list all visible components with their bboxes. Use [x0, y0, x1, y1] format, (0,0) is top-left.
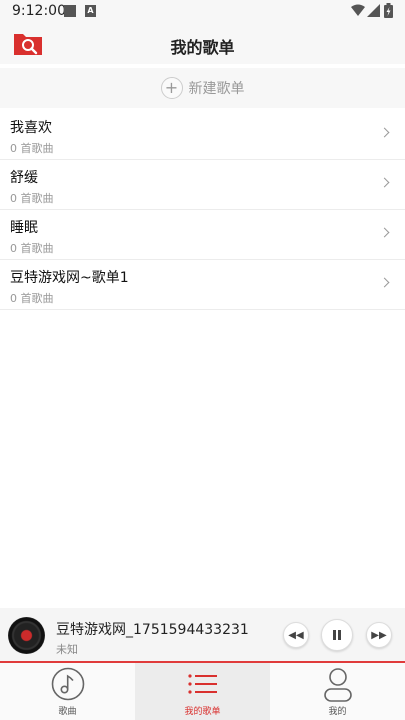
page-title: 我的歌单	[170, 38, 235, 57]
playlist-name: 豆特游戏网~歌单1	[10, 270, 129, 286]
battery-icon	[384, 3, 393, 18]
pause-button[interactable]	[321, 619, 353, 651]
playlist-name: 我喜欢	[10, 120, 52, 136]
now-playing-artist: 未知	[56, 643, 78, 656]
playlist-count: 0 首歌曲	[10, 292, 54, 305]
nav-tab-songs[interactable]: 歌曲	[0, 663, 135, 720]
nav-tab-mine[interactable]: 我的	[270, 663, 405, 720]
playlist-name: 舒缓	[10, 170, 38, 186]
playlist-item[interactable]: 我喜欢 0 首歌曲	[0, 110, 405, 160]
vinyl-disc-icon[interactable]	[8, 617, 45, 654]
playlist-count: 0 首歌曲	[10, 192, 54, 205]
music-note-icon	[51, 667, 84, 701]
nav-label: 我的歌单	[184, 707, 221, 717]
nav-label: 我的	[328, 707, 347, 717]
plus-icon: +	[160, 77, 183, 99]
now-playing-title: 豆特游戏网_1751594433231	[56, 622, 249, 638]
playlist-item[interactable]: 豆特游戏网~歌单1 0 首歌曲	[0, 260, 405, 310]
next-button[interactable]: ▶▶	[366, 622, 392, 648]
signal-icon	[367, 4, 380, 17]
nav-label: 歌曲	[58, 707, 77, 717]
chevron-right-icon	[379, 277, 390, 288]
rewind-icon: ◀◀	[288, 629, 304, 641]
playlist-list: 我喜欢 0 首歌曲 舒缓 0 首歌曲 睡眠 0 首歌曲 豆特游戏网~歌单1 0 …	[0, 110, 405, 310]
chevron-right-icon	[379, 227, 390, 238]
list-icon	[187, 674, 217, 694]
new-playlist-label: 新建歌单	[188, 81, 245, 97]
status-time: 9:12:00	[12, 3, 66, 19]
status-bar: 9:12:00 A	[0, 0, 405, 24]
playlist-item[interactable]: 舒缓 0 首歌曲	[0, 160, 405, 210]
bottom-nav: 歌曲 我的歌单 我的	[0, 663, 405, 720]
pause-icon	[333, 630, 341, 640]
previous-button[interactable]: ◀◀	[283, 622, 309, 648]
playlist-name: 睡眠	[10, 220, 38, 236]
wifi-icon	[351, 4, 365, 16]
new-playlist-button[interactable]: + 新建歌单	[0, 68, 405, 108]
playlist-count: 0 首歌曲	[10, 242, 54, 255]
chevron-right-icon	[379, 127, 390, 138]
mini-player[interactable]: 豆特游戏网_1751594433231 未知 ◀◀ ▶▶	[0, 608, 405, 661]
nav-tab-my-playlists[interactable]: 我的歌单	[135, 663, 270, 720]
playlist-item[interactable]: 睡眠 0 首歌曲	[0, 210, 405, 260]
playlist-count: 0 首歌曲	[10, 142, 54, 155]
fast-forward-icon: ▶▶	[371, 629, 387, 641]
person-icon	[323, 668, 352, 702]
notification-square-icon	[64, 5, 76, 17]
a-badge-icon: A	[85, 5, 96, 17]
chevron-right-icon	[379, 177, 390, 188]
app-header: 我的歌单	[0, 24, 405, 64]
